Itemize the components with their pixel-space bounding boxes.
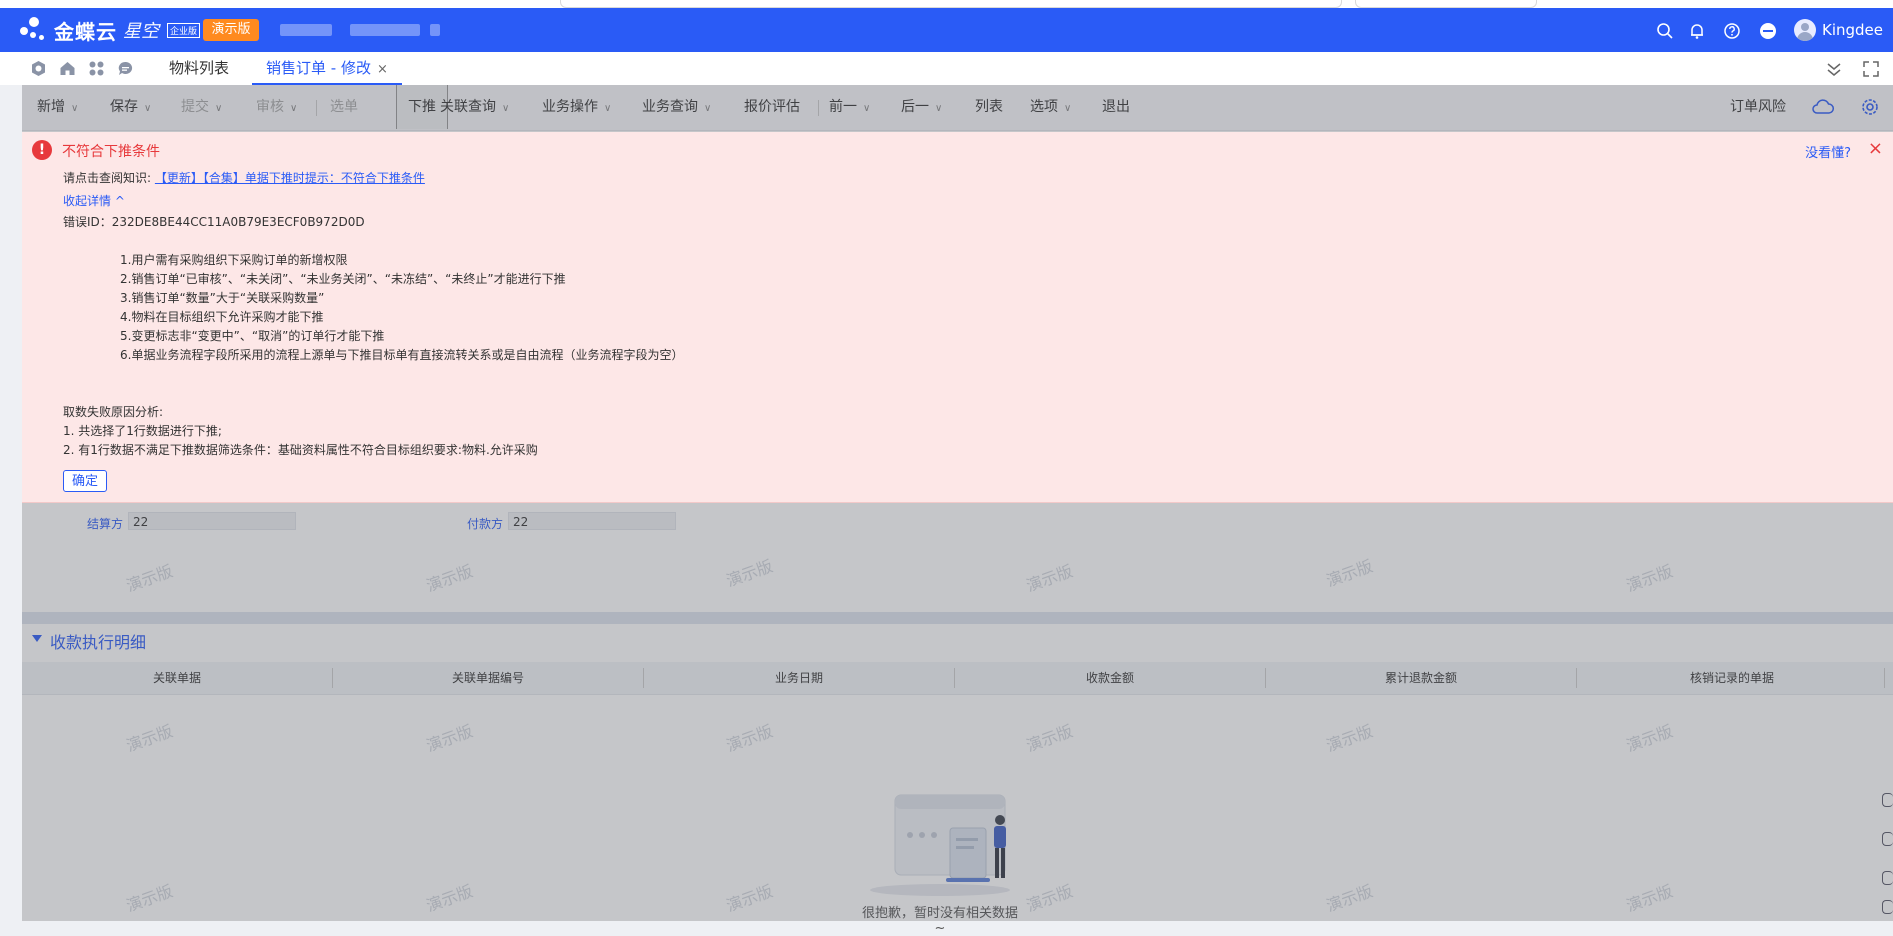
alert-help-link[interactable]: 没看懂? — [1805, 142, 1851, 161]
avatar — [1793, 19, 1816, 41]
apps-icon[interactable] — [88, 60, 105, 77]
error-icon: ! — [32, 140, 52, 160]
tab-close-button[interactable]: × — [377, 62, 388, 77]
condition-line: 5.变更标志非“变更中”、“取消”的订单行才能下推 — [120, 329, 385, 343]
demo-badge: 演示版 — [203, 19, 259, 41]
error-id: 错误ID：232DE8BE44CC11A0B79E3ECF0B972D0D — [63, 215, 365, 229]
tab-bar: 物料列表 销售订单 - 修改 × — [0, 52, 1893, 86]
browser-address-bar[interactable] — [560, 0, 1342, 8]
app-header: 金蝶云 星空 企业版 演示版 Kingdee — [0, 8, 1893, 52]
analysis-line: 2. 有1行数据不满足下推数据筛选条件：基础资料属性不符合目标组织要求:物料.允… — [63, 443, 538, 457]
tab-label: 销售订单 - 修改 — [266, 59, 371, 77]
tab-bar-icons — [30, 60, 134, 77]
ok-button[interactable]: 确定 — [63, 470, 107, 492]
alert-close-button[interactable]: × — [1868, 138, 1883, 159]
masked-extra — [430, 24, 440, 36]
fullscreen-icon[interactable] — [1862, 60, 1880, 78]
kb-link[interactable]: 【更新】【合集】单据下推时提示：不符合下推条件 — [155, 171, 425, 185]
tab-label: 物料列表 — [169, 59, 230, 77]
tab-material-list[interactable]: 物料列表 — [169, 52, 229, 85]
search-icon[interactable] — [1656, 22, 1674, 40]
analysis-line: 1. 共选择了1行数据进行下推; — [63, 424, 222, 438]
browser-strip — [0, 0, 1893, 8]
help-icon[interactable] — [1723, 22, 1741, 40]
logo[interactable]: 金蝶云 星空 企业版 — [18, 14, 201, 46]
condition-line: 2.销售订单“已审核”、“未关闭”、“未业务关闭”、“未冻结”、“未终止”才能进… — [120, 272, 566, 286]
user-name: Kingdee — [1821, 21, 1883, 39]
kb-prompt: 请点击查阅知识: 【更新】【合集】单据下推时提示：不符合下推条件 — [63, 169, 425, 186]
alert-title: 不符合下推条件 — [62, 144, 160, 160]
home-icon[interactable] — [59, 60, 76, 77]
bell-icon[interactable] — [1688, 22, 1706, 40]
user-menu[interactable]: Kingdee — [1793, 19, 1883, 41]
pushdown-error-alert: ! 不符合下推条件 没看懂? × 请点击查阅知识: 【更新】【合集】单据下推时提… — [22, 132, 1893, 503]
refresh-icon[interactable] — [30, 60, 47, 77]
left-rail — [0, 85, 22, 921]
more-icon[interactable] — [1759, 22, 1777, 40]
condition-line: 3.销售订单“数量”大于“关联采购数量” — [120, 291, 325, 305]
kb-prefix: 请点击查阅知识: — [63, 171, 152, 185]
chevron-double-down-icon[interactable] — [1825, 60, 1843, 78]
collapse-details-toggle[interactable]: 收起详情 ^ — [63, 192, 125, 209]
condition-line: 1.用户需有采购组织下采购订单的新增权限 — [120, 253, 348, 267]
product-name: 星空 — [123, 21, 159, 42]
edition-label: 企业版 — [167, 22, 201, 38]
logo-mark-icon — [18, 15, 48, 45]
analysis-title: 取数失败原因分析: — [63, 405, 164, 419]
tab-sales-order-edit[interactable]: 销售订单 - 修改 × — [252, 52, 402, 85]
message-icon[interactable] — [117, 60, 134, 77]
condition-line: 6.单据业务流程字段所采用的流程上源单与下推目标单有直接流转关系或是自由流程（业… — [120, 348, 684, 362]
brand-name: 金蝶云 — [54, 19, 117, 44]
browser-side-pill[interactable] — [1355, 0, 1537, 8]
condition-line: 4.物料在目标组织下允许采购才能下推 — [120, 310, 324, 324]
masked-account-name[interactable] — [350, 24, 420, 36]
masked-org-name[interactable] — [280, 24, 332, 36]
